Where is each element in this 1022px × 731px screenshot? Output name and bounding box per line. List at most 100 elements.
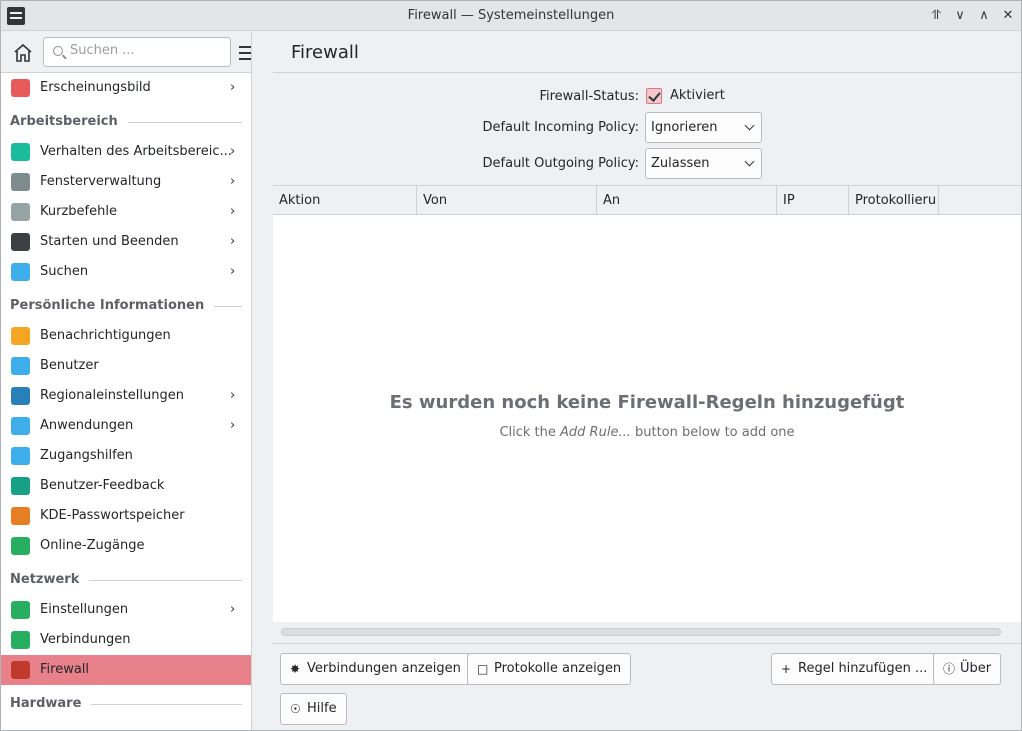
chevron-right-icon: › <box>230 174 236 189</box>
sidebar-list: Erscheinungsbild › Arbeitsbereich Verhalten… <box>1 73 251 719</box>
chevron-right-icon: › <box>230 602 236 617</box>
sidebar-item-online-zugänge[interactable]: Online-Zugänge <box>1 531 251 561</box>
help-label: Hilfe <box>307 701 337 716</box>
window-management-icon <box>11 173 30 191</box>
section-divider <box>91 704 242 705</box>
empty-hint-suffix: button below to add one <box>630 425 795 440</box>
section-label: Netzwerk <box>10 572 80 587</box>
sidebar-item-regionaleinstellungen[interactable]: Regionaleinstellungen › <box>1 381 251 411</box>
incoming-policy-select[interactable]: Ignorieren <box>645 112 762 143</box>
empty-hint-prefix: Click the <box>499 425 561 440</box>
minimize-icon[interactable]: ∨ <box>950 6 970 26</box>
horizontal-scrollbar[interactable] <box>281 628 1001 636</box>
connections-icon: ✸ <box>290 662 301 676</box>
window: Firewall — Systemeinstellungen ⥣ ∨ ∧ ✕ E… <box>0 0 1022 731</box>
sidebar-item-label: Anwendungen <box>40 418 134 433</box>
sidebar-item-verhalten-des-arbeitsbereic[interactable]: Verhalten des Arbeitsbereic... › <box>1 137 251 167</box>
accessibility-icon <box>11 447 30 465</box>
sidebar-item-starten-und-beenden[interactable]: Starten und Beenden › <box>1 227 251 257</box>
sidebar-item-label: Kurzbefehle <box>40 204 117 219</box>
section-divider <box>128 122 242 123</box>
sidebar-item-benachrichtigungen[interactable]: Benachrichtigungen <box>1 321 251 351</box>
sidebar-item-label: Firewall <box>40 662 90 677</box>
title-bar: Firewall — Systemeinstellungen ⥣ ∨ ∧ ✕ <box>1 1 1021 31</box>
add-rule-button[interactable]: + Regel hinzufügen ... <box>771 653 938 685</box>
region-icon <box>11 387 30 405</box>
chevron-right-icon: › <box>230 264 236 279</box>
sidebar-item-erscheinungsbild[interactable]: Erscheinungsbild › <box>1 73 251 103</box>
incoming-policy-value: Ignorieren <box>651 120 718 135</box>
sidebar-item-anwendungen[interactable]: Anwendungen › <box>1 411 251 441</box>
sidebar-item-label: Einstellungen <box>40 602 129 617</box>
show-logs-label: Protokolle anzeigen <box>494 661 622 676</box>
outgoing-policy-label: Default Outgoing Policy: <box>482 156 639 171</box>
section-header-arbeitsbereich: Arbeitsbereich <box>1 103 251 137</box>
section-header-hardware: Hardware <box>1 685 251 719</box>
sidebar-item-label: Erscheinungsbild <box>40 80 151 95</box>
sidebar-item-fensterverwaltung[interactable]: Fensterverwaltung › <box>1 167 251 197</box>
sidebar-item-benutzer[interactable]: Benutzer <box>1 351 251 381</box>
table-header: Aktion Von An IP Protokollieru <box>273 186 1021 215</box>
chevron-right-icon: › <box>230 234 236 249</box>
sidebar-item-kurzbefehle[interactable]: Kurzbefehle › <box>1 197 251 227</box>
keep-above-icon[interactable]: ⥣ <box>926 6 946 26</box>
firewall-icon <box>11 661 30 679</box>
outgoing-policy-select[interactable]: Zulassen <box>645 148 762 179</box>
appearance-icon <box>11 79 30 97</box>
empty-hint-emphasis: Add Rule... <box>560 425 631 440</box>
chevron-right-icon: › <box>230 418 236 433</box>
chevron-right-icon: › <box>230 144 236 159</box>
section-divider <box>89 580 242 581</box>
firewall-enabled-checkbox[interactable] <box>646 88 662 104</box>
incoming-policy-label: Default Incoming Policy: <box>482 120 639 135</box>
sidebar-item-label: Verhalten des Arbeitsbereic... <box>40 144 232 159</box>
lifebuoy-icon: ☉ <box>290 702 301 716</box>
sidebar-item-zugangshilfen[interactable]: Zugangshilfen <box>1 441 251 471</box>
show-connections-button[interactable]: ✸ Verbindungen anzeigen <box>280 653 471 685</box>
sidebar-item-label: Starten und Beenden <box>40 234 179 249</box>
firewall-enabled-label[interactable]: Aktiviert <box>670 88 725 103</box>
search-input[interactable] <box>70 43 220 58</box>
column-header-action[interactable]: Aktion <box>273 186 417 215</box>
applications-icon <box>11 417 30 435</box>
column-header-from[interactable]: Von <box>417 186 597 215</box>
hamburger-menu-icon[interactable] <box>239 46 251 60</box>
column-header-to[interactable]: An <box>597 186 777 215</box>
maximize-icon[interactable]: ∧ <box>974 6 994 26</box>
startup-shutdown-icon <box>11 233 30 251</box>
bell-icon <box>11 327 30 345</box>
add-rule-label: Regel hinzufügen ... <box>798 661 928 676</box>
page-title: Firewall <box>291 42 359 63</box>
sidebar-item-firewall[interactable]: Firewall <box>1 655 251 685</box>
about-button[interactable]: ⓘ Über <box>933 653 1002 685</box>
chevron-right-icon: › <box>230 204 236 219</box>
sidebar-item-suchen[interactable]: Suchen › <box>1 257 251 287</box>
chevron-right-icon: › <box>230 388 236 403</box>
chevron-down-icon <box>744 156 755 167</box>
sidebar-item-verbindungen[interactable]: Verbindungen <box>1 625 251 655</box>
sidebar-item-einstellungen[interactable]: Einstellungen › <box>1 595 251 625</box>
show-logs-button[interactable]: □ Protokolle anzeigen <box>467 653 632 685</box>
column-header-ip[interactable]: IP <box>777 186 849 215</box>
sidebar-item-label: Online-Zugänge <box>40 538 145 553</box>
close-icon[interactable]: ✕ <box>998 6 1018 26</box>
empty-state-title: Es wurden noch keine Firewall-Regeln hin… <box>389 392 905 413</box>
feedback-icon <box>11 477 30 495</box>
sidebar-item-benutzer-feedback[interactable]: Benutzer-Feedback <box>1 471 251 501</box>
section-header-netzwerk: Netzwerk <box>1 561 251 595</box>
sidebar-item-label: Verbindungen <box>40 632 131 647</box>
search-icon <box>11 263 30 281</box>
sidebar-item-label: KDE-Passwortspeicher <box>40 508 185 523</box>
outgoing-policy-value: Zulassen <box>651 156 710 171</box>
main-panel: Firewall Firewall-Status: Aktiviert Defa… <box>273 32 1021 730</box>
about-label: Über <box>960 661 992 676</box>
column-header-logging[interactable]: Protokollieru <box>849 186 939 215</box>
home-icon[interactable] <box>10 40 36 66</box>
sidebar-item-kde-passwortspeicher[interactable]: KDE-Passwortspeicher <box>1 501 251 531</box>
sidebar-item-label: Benachrichtigungen <box>40 328 171 343</box>
search-field[interactable] <box>43 37 231 67</box>
window-title: Firewall — Systemeinstellungen <box>407 8 615 23</box>
rules-table: Aktion Von An IP Protokollieru Es wurden… <box>273 185 1021 622</box>
network-settings-icon <box>11 601 30 619</box>
help-button[interactable]: ☉ Hilfe <box>280 693 347 725</box>
